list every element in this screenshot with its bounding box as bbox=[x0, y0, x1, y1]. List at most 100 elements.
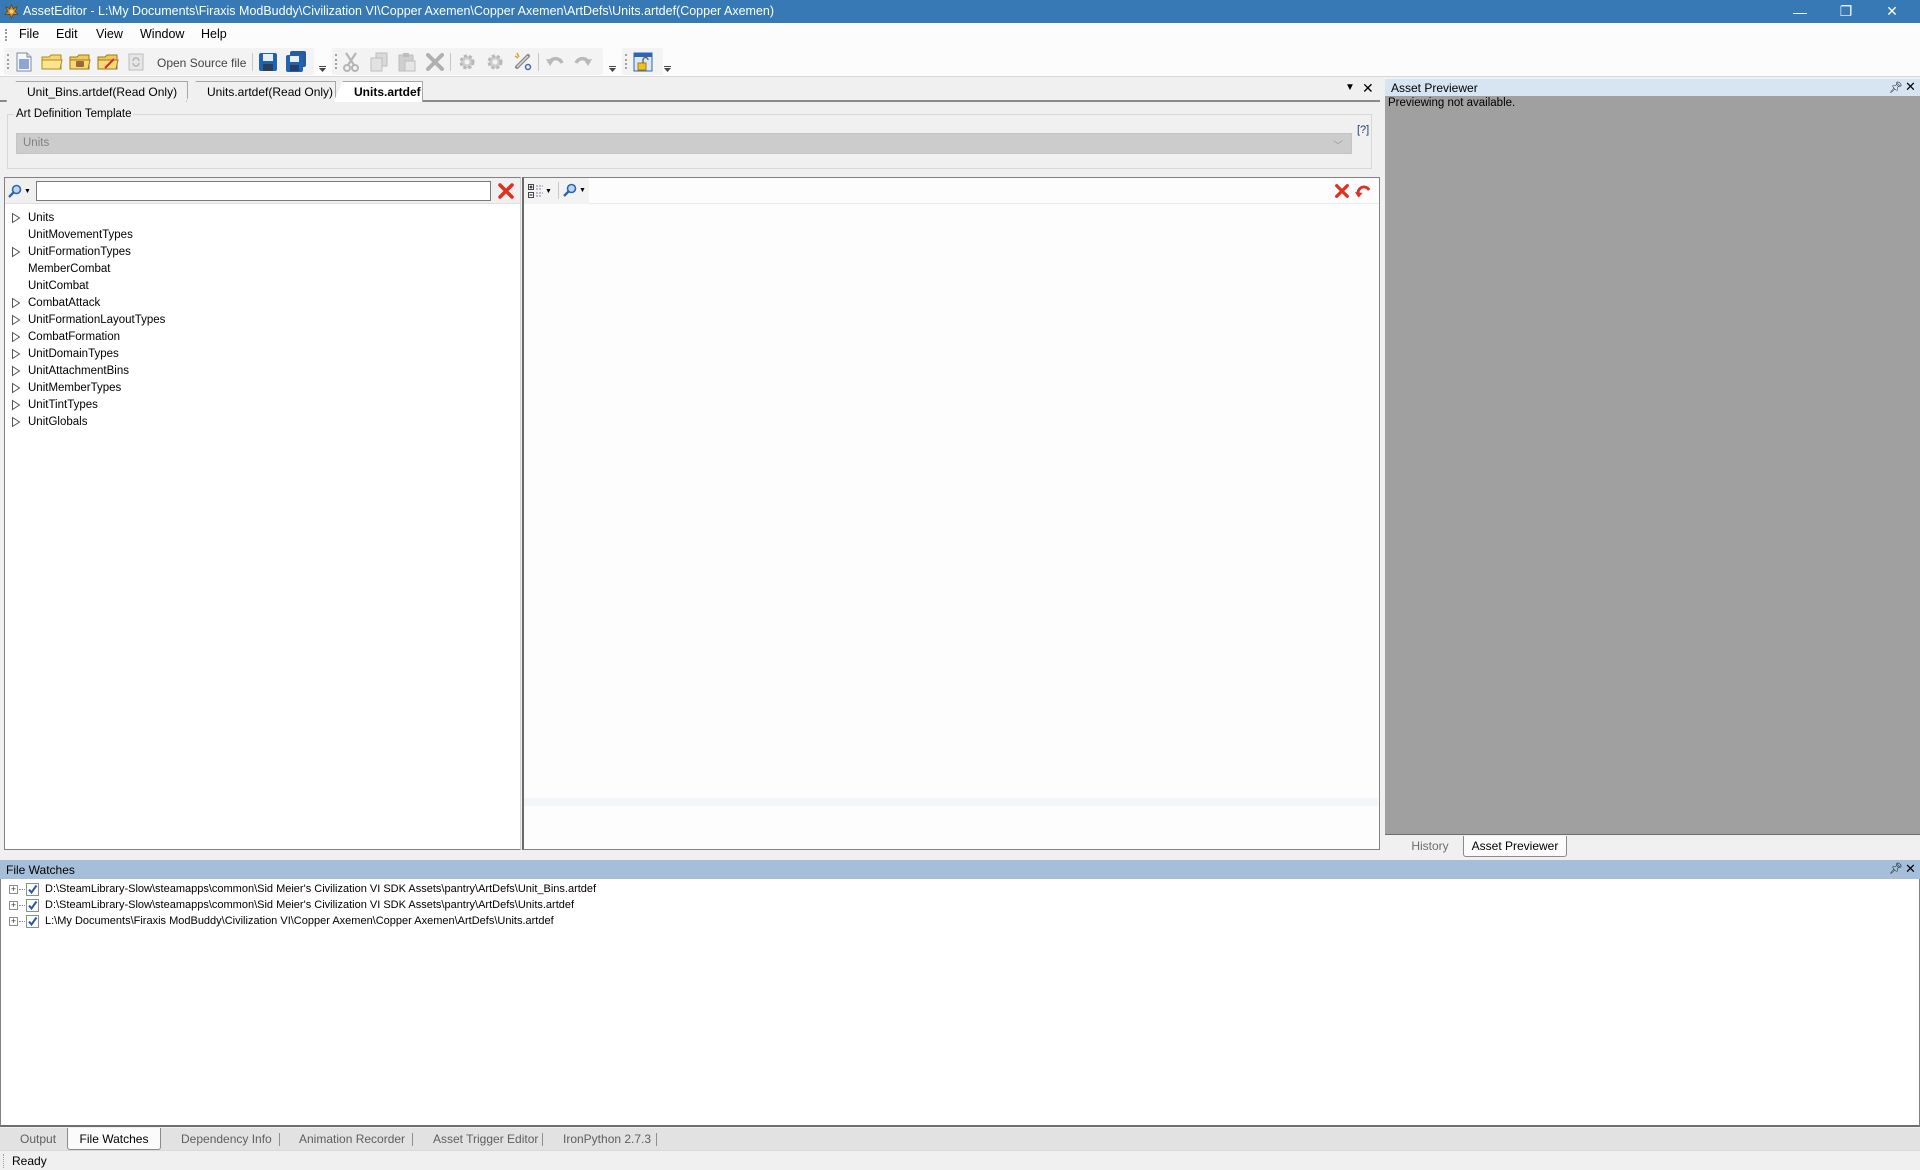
tree-item[interactable]: Units bbox=[5, 210, 517, 227]
expand-arrow-icon[interactable] bbox=[11, 382, 21, 394]
copy-button[interactable] bbox=[368, 51, 390, 73]
tree-item-label: CombatFormation bbox=[28, 331, 121, 343]
paste-icon bbox=[398, 53, 416, 72]
delete-property-button[interactable] bbox=[1334, 183, 1350, 199]
tab-ironpython[interactable]: IronPython 2.7.3 bbox=[563, 1128, 651, 1150]
menu-view[interactable]: View bbox=[94, 27, 125, 41]
tree-search-input[interactable] bbox=[36, 181, 491, 201]
toolbar-source-control-group bbox=[622, 48, 663, 75]
toolbar-overflow-2[interactable] bbox=[609, 66, 616, 72]
open-source-file-button[interactable]: Open Source file bbox=[157, 56, 246, 70]
doc-tab-units-active[interactable]: Units.artdef bbox=[333, 81, 423, 103]
refresh-icon bbox=[128, 53, 144, 71]
tab-file-watches[interactable]: File Watches bbox=[67, 1128, 161, 1150]
pin-icon[interactable]: 📌︎ bbox=[1889, 862, 1903, 875]
menu-help[interactable]: Help bbox=[199, 27, 229, 41]
tree-item[interactable]: UnitFormationLayoutTypes bbox=[5, 312, 517, 329]
open-asset-button[interactable] bbox=[69, 51, 91, 73]
close-window-button[interactable]: ✕ bbox=[1869, 0, 1915, 23]
redo-button[interactable] bbox=[572, 51, 594, 73]
clear-search-button[interactable] bbox=[497, 182, 515, 200]
toolbar-grip[interactable] bbox=[7, 54, 9, 69]
property-search-button[interactable]: ▼ bbox=[563, 183, 586, 197]
open-folder-button[interactable] bbox=[41, 51, 63, 73]
tree-item[interactable]: UnitAttachmentBins bbox=[5, 363, 517, 380]
tab-list-dropdown-icon[interactable]: ▼ bbox=[1345, 82, 1355, 93]
tree-item[interactable]: UnitMovementTypes bbox=[5, 227, 517, 244]
expand-arrow-icon[interactable] bbox=[11, 331, 21, 343]
help-link[interactable]: [?] bbox=[1357, 124, 1369, 136]
close-panel-button[interactable]: ✕ bbox=[1905, 79, 1916, 95]
cut-button[interactable] bbox=[340, 51, 362, 73]
expand-arrow-icon[interactable] bbox=[11, 348, 21, 360]
toolbar-overflow-1[interactable] bbox=[319, 66, 326, 72]
expand-arrow-icon[interactable] bbox=[11, 212, 21, 224]
menu-edit[interactable]: Edit bbox=[54, 27, 80, 41]
expand-arrow-icon[interactable] bbox=[11, 365, 21, 377]
tree-item-label: UnitDomainTypes bbox=[28, 348, 119, 360]
build-all-button[interactable] bbox=[484, 51, 506, 73]
watch-checkbox[interactable] bbox=[26, 915, 39, 928]
pin-icon[interactable]: 📌︎ bbox=[1889, 81, 1903, 94]
close-document-button[interactable]: ✕ bbox=[1362, 80, 1374, 97]
tree-item[interactable]: UnitDomainTypes bbox=[5, 346, 517, 363]
new-file-button[interactable] bbox=[13, 51, 35, 73]
save-all-button[interactable] bbox=[285, 51, 307, 73]
search-options-button[interactable]: ▼ bbox=[8, 182, 34, 200]
expand-arrow-icon[interactable] bbox=[11, 399, 21, 411]
refresh-button[interactable] bbox=[125, 51, 147, 73]
template-selected-value: Units bbox=[23, 137, 50, 149]
file-watch-item[interactable]: + D:\SteamLibrary-Slow\steamapps\common\S… bbox=[7, 882, 1907, 898]
toolbar-grip[interactable] bbox=[625, 54, 627, 69]
doc-tab-unit-bins[interactable]: Unit_Bins.artdef(Read Only) bbox=[6, 81, 188, 102]
tab-animation-recorder[interactable]: Animation Recorder bbox=[299, 1128, 405, 1150]
tree-item[interactable]: UnitFormationTypes bbox=[5, 244, 517, 261]
tab-dependency-info[interactable]: Dependency Info bbox=[181, 1128, 272, 1150]
watch-checkbox[interactable] bbox=[26, 883, 39, 896]
open-recent-button[interactable] bbox=[97, 51, 119, 73]
paste-button[interactable] bbox=[396, 51, 418, 73]
delete-icon bbox=[426, 53, 444, 71]
dependencies-button[interactable] bbox=[512, 51, 534, 73]
tab-history[interactable]: History bbox=[1400, 836, 1460, 857]
save-button[interactable] bbox=[257, 51, 279, 73]
tree-item[interactable]: UnitCombat bbox=[5, 278, 517, 295]
toolbar-overflow-3[interactable] bbox=[664, 66, 671, 72]
restore-button[interactable]: ❐ bbox=[1823, 0, 1869, 23]
minimize-button[interactable]: — bbox=[1777, 0, 1823, 23]
tree-item[interactable]: UnitTintTypes bbox=[5, 397, 517, 414]
expand-plus-icon[interactable]: + bbox=[9, 917, 18, 926]
expand-arrow-icon[interactable] bbox=[11, 246, 21, 258]
menu-file[interactable]: File bbox=[17, 27, 41, 41]
toolbar-grip[interactable] bbox=[335, 54, 337, 69]
expand-arrow-icon[interactable] bbox=[11, 314, 21, 326]
expand-collapse-button[interactable]: ▼ bbox=[528, 183, 552, 199]
file-watch-item[interactable]: + D:\SteamLibrary-Slow\steamapps\common\S… bbox=[7, 898, 1907, 914]
file-watch-item[interactable]: + L:\My Documents\Firaxis ModBuddy\Civili… bbox=[7, 914, 1907, 930]
tree-item[interactable]: CombatAttack bbox=[5, 295, 517, 312]
expand-plus-icon[interactable]: + bbox=[9, 901, 18, 910]
close-panel-button[interactable]: ✕ bbox=[1905, 861, 1916, 877]
delete-button[interactable] bbox=[424, 51, 446, 73]
tree-item[interactable]: UnitGlobals bbox=[5, 414, 517, 431]
watch-checkbox[interactable] bbox=[26, 899, 39, 912]
undo-button[interactable] bbox=[544, 51, 566, 73]
tree-item[interactable]: CombatFormation bbox=[5, 329, 517, 346]
expand-plus-icon[interactable]: + bbox=[9, 885, 18, 894]
build-button[interactable] bbox=[456, 51, 478, 73]
template-select[interactable]: Units ﹀ bbox=[16, 133, 1352, 154]
tab-asset-previewer[interactable]: Asset Previewer bbox=[1463, 836, 1567, 857]
status-bar: Ready bbox=[0, 1150, 1920, 1170]
expand-arrow-icon[interactable] bbox=[11, 297, 21, 309]
tab-asset-trigger-editor[interactable]: Asset Trigger Editor bbox=[433, 1128, 538, 1150]
tree-item[interactable]: MemberCombat bbox=[5, 261, 517, 278]
tree-item[interactable]: UnitMemberTypes bbox=[5, 380, 517, 397]
revert-button[interactable] bbox=[1354, 183, 1371, 199]
expand-arrow-icon[interactable] bbox=[11, 416, 21, 428]
tab-output[interactable]: Output bbox=[20, 1128, 64, 1150]
menu-grip[interactable] bbox=[5, 29, 7, 41]
doc-tab-units-readonly[interactable]: Units.artdef(Read Only) bbox=[186, 81, 336, 102]
checkout-button[interactable] bbox=[632, 51, 654, 73]
menu-window[interactable]: Window bbox=[138, 27, 186, 41]
property-toolbar: ▼ ▼ bbox=[524, 178, 1378, 204]
